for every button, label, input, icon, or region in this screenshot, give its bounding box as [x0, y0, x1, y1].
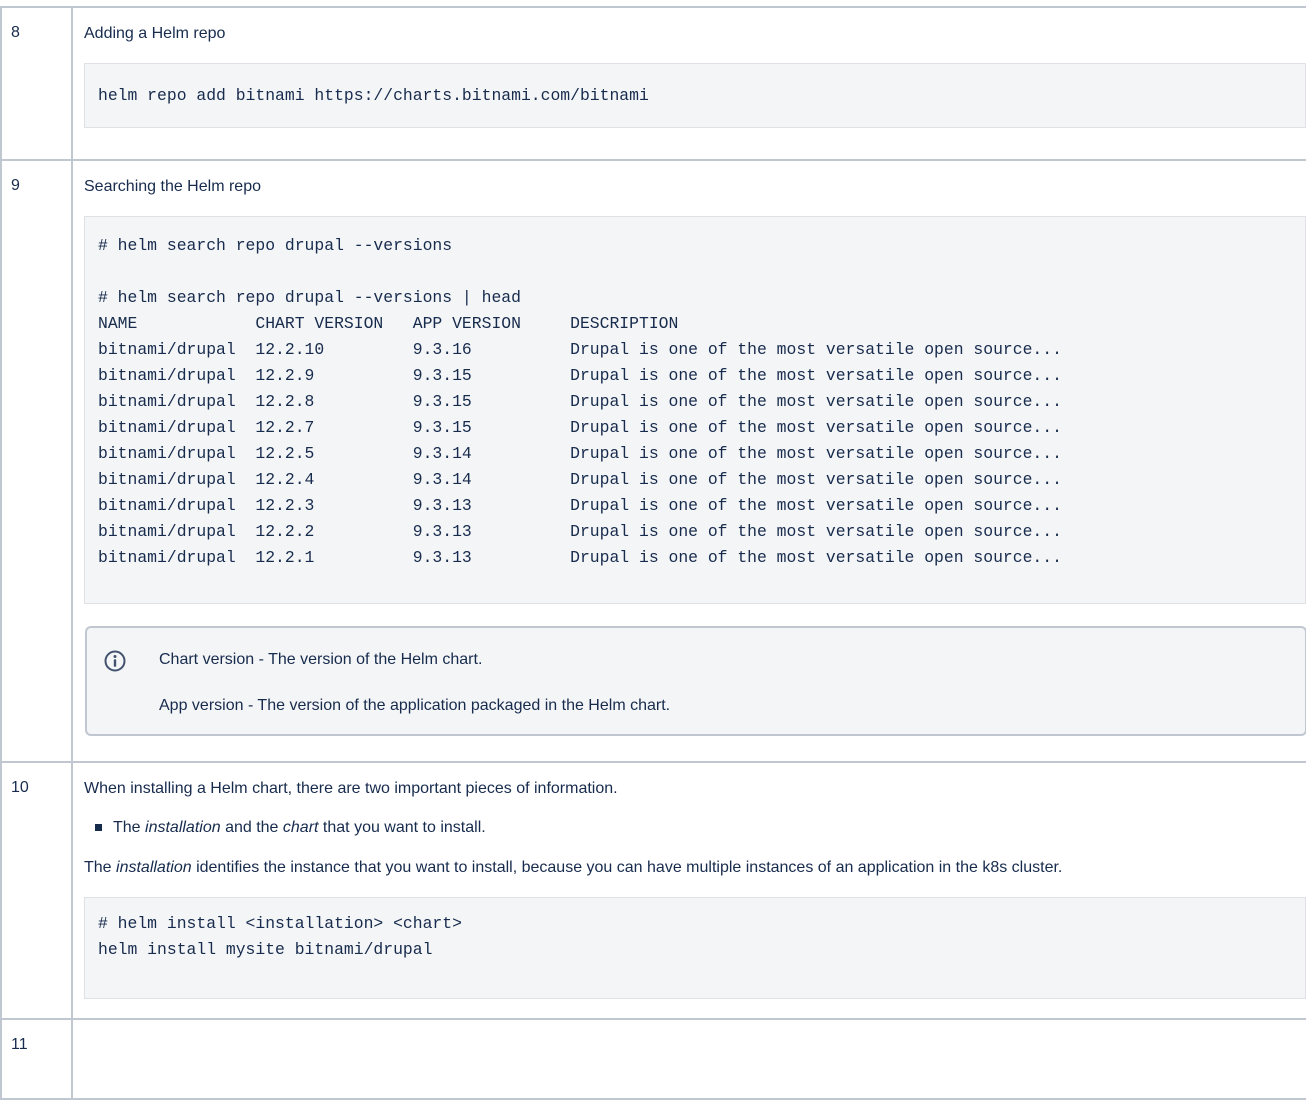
paragraph-text: identifies the instance that you want to…	[191, 859, 1063, 876]
step-row-10: 10 When installing a Helm chart, there a…	[0, 761, 1306, 1020]
info-panel: Chart version - The version of the Helm …	[85, 626, 1306, 736]
paragraph-emphasis: installation	[116, 859, 192, 876]
info-icon	[104, 650, 126, 672]
step-number: 9	[0, 159, 73, 763]
step-paragraph: The installation identifies the instance…	[84, 858, 1306, 878]
step-title: Adding a Helm repo	[84, 25, 226, 42]
step-number: 11	[0, 1018, 73, 1100]
paragraph-text: The	[84, 859, 117, 876]
step-intro: When installing a Helm chart, there are …	[84, 780, 618, 797]
step-number: 8	[0, 6, 73, 161]
bullet-text: that you want to install.	[318, 819, 486, 836]
bullet-emphasis: installation	[145, 819, 221, 836]
info-text-app-version: App version - The version of the applica…	[159, 697, 671, 714]
code-block: # helm install <installation> <chart> he…	[84, 897, 1306, 999]
bullet-text: The	[113, 819, 146, 836]
step-content: Adding a Helm repo helm repo add bitnami…	[71, 6, 1306, 161]
step-content	[71, 1018, 1306, 1100]
step-row-8: 8 Adding a Helm repo helm repo add bitna…	[0, 6, 1306, 161]
code-block: # helm search repo drupal --versions # h…	[84, 216, 1306, 604]
steps-table: 8 Adding a Helm repo helm repo add bitna…	[0, 6, 1306, 1100]
step-content: Searching the Helm repo # helm search re…	[71, 159, 1306, 763]
step-number: 10	[0, 761, 73, 1020]
bullet-item: The installation and the chart that you …	[84, 818, 1306, 838]
step-title: Searching the Helm repo	[84, 178, 261, 195]
info-text-chart-version: Chart version - The version of the Helm …	[159, 651, 483, 668]
step-row-9: 9 Searching the Helm repo # helm search …	[0, 159, 1306, 763]
bullet-emphasis: chart	[282, 819, 319, 836]
bullet-text: and the	[220, 819, 283, 836]
step-content: When installing a Helm chart, there are …	[71, 761, 1306, 1020]
code-block: helm repo add bitnami https://charts.bit…	[84, 63, 1306, 128]
step-row-11: 11	[0, 1018, 1306, 1100]
bullet-list: The installation and the chart that you …	[84, 818, 1306, 838]
